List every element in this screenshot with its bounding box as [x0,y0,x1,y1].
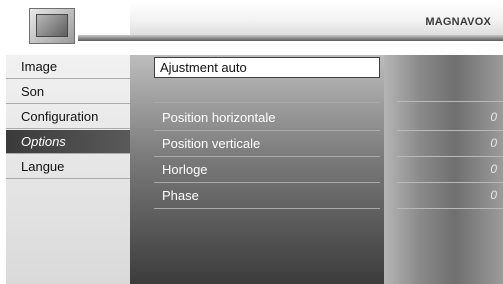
tv-screen-icon [36,14,68,37]
header-divider [78,35,503,41]
header-band: MAGNAVOX [130,2,503,36]
value-separator [397,82,503,102]
option-position-horizontale[interactable]: Position horizontale [154,105,380,131]
values-panel: 0 0 0 0 [384,55,503,284]
menu-item-image[interactable]: Image [6,55,130,79]
value-position-verticale: 0 [397,131,503,157]
option-position-verticale[interactable]: Position verticale [154,131,380,157]
option-phase[interactable]: Phase [154,183,380,209]
value-position-horizontale: 0 [397,105,503,131]
tv-osd-screen: MAGNAVOX Image Son Configuration Options… [0,0,503,284]
options-submenu: Ajustment auto Position horizontale Posi… [130,55,384,284]
main-menu: Image Son Configuration Options Langue [6,55,130,284]
option-horloge[interactable]: Horloge [154,157,380,183]
value-horloge: 0 [397,157,503,183]
brand-logo: MAGNAVOX [425,16,491,28]
tv-monitor-icon [29,8,75,44]
menu-item-langue[interactable]: Langue [6,155,130,179]
menu-item-configuration[interactable]: Configuration [6,105,130,129]
menu-item-options[interactable]: Options [6,130,130,154]
separator-row [154,80,380,103]
auto-adjust-button[interactable]: Ajustment auto [154,57,380,78]
menu-item-son[interactable]: Son [6,80,130,104]
value-phase: 0 [397,183,503,209]
